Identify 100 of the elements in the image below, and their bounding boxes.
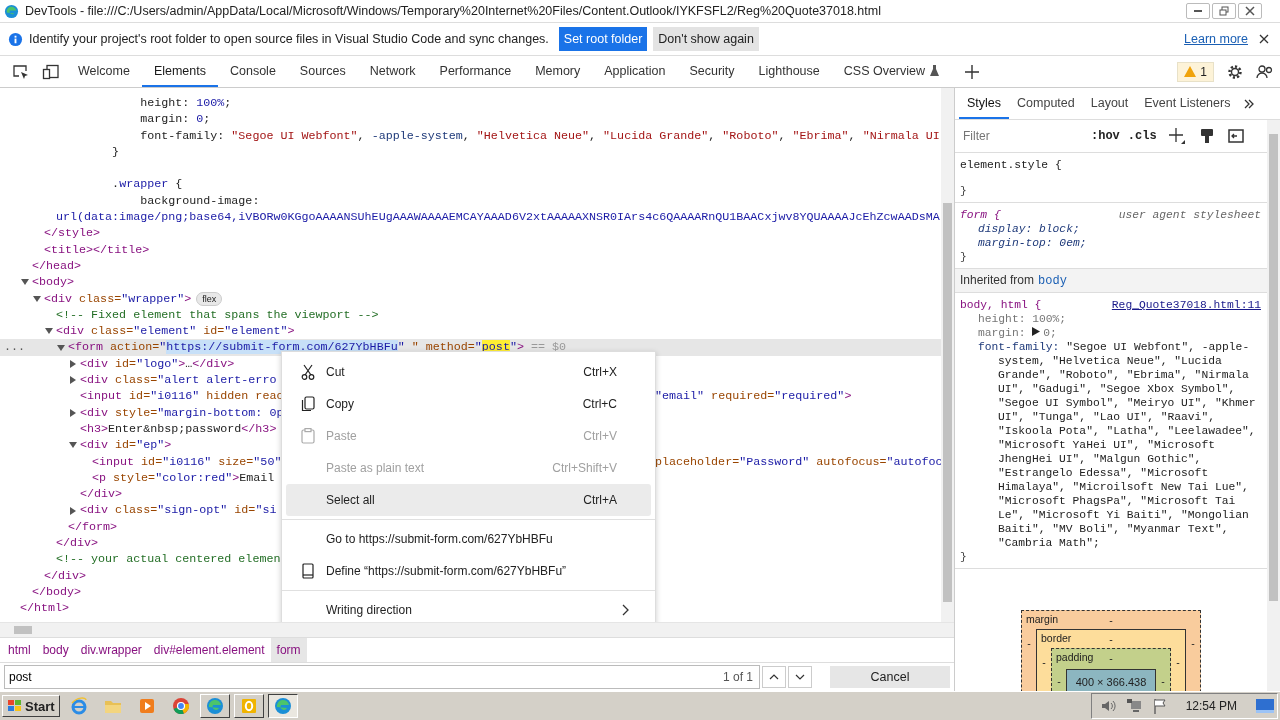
panel-tab[interactable]: CSS Overview <box>831 56 952 87</box>
scissors-icon <box>301 364 315 380</box>
sidebar-tab[interactable]: Styles <box>959 88 1010 119</box>
vertical-scrollbar[interactable] <box>1267 120 1280 691</box>
menu-item[interactable]: Select all Ctrl+A <box>286 484 651 516</box>
horizontal-scrollbar[interactable] <box>0 622 954 637</box>
browser-e-icon <box>69 697 88 715</box>
expand-triangle-icon[interactable] <box>1032 327 1041 336</box>
taskbar-button[interactable] <box>267 694 298 718</box>
browser-icon <box>273 697 292 715</box>
state-toggle-button[interactable]: :hov <box>1091 129 1120 143</box>
code-line: <div class="sign-opt" id="si <box>80 502 277 519</box>
network-icon[interactable] <box>1125 698 1142 714</box>
minimize-button[interactable] <box>1186 3 1210 19</box>
speaker-icon[interactable] <box>1099 698 1116 714</box>
cancel-button[interactable]: Cancel <box>830 666 950 688</box>
state-toggle-button[interactable]: .cls <box>1127 129 1157 143</box>
panel-tab[interactable]: Welcome <box>66 56 142 87</box>
panel-tab[interactable]: Console <box>218 56 288 87</box>
disclosure-triangle-icon[interactable] <box>69 359 77 368</box>
restore-icon <box>1219 6 1229 16</box>
disclosure-triangle-icon[interactable] <box>57 343 65 352</box>
panel-tab[interactable]: Memory <box>523 56 593 87</box>
code-line: <input id="i0116" hidden reac <box>80 388 284 405</box>
code-line: <!-- Fixed element that spans the viewport --> <box>56 306 379 324</box>
disclosure-triangle-icon[interactable] <box>69 506 77 515</box>
menu-item[interactable]: Copy Ctrl+C <box>286 388 651 420</box>
element-link[interactable]: body <box>1038 274 1067 288</box>
people-icon <box>1256 63 1274 80</box>
disclosure-triangle-icon[interactable] <box>45 327 53 336</box>
panel-tab[interactable]: Sources <box>287 56 358 87</box>
disclosure-triangle-icon[interactable] <box>21 278 29 287</box>
disclosure-triangle-icon[interactable] <box>69 376 77 385</box>
disclosure-triangle-icon[interactable] <box>33 294 41 303</box>
code-line: height: 100%; <box>139 95 232 112</box>
source-link[interactable]: Reg_Quote37018.html:11 <box>1111 298 1261 312</box>
search-box[interactable]: post 1 of 1 <box>4 665 760 689</box>
chevron-right-icon <box>622 604 629 616</box>
selected-row[interactable]: ... <form action="https://submit-form.com/627YbHBFu" " method="post"> == $0 <box>0 339 941 356</box>
learn-more-link[interactable]: Learn more <box>1184 32 1248 46</box>
panel-tab[interactable]: Elements <box>141 56 218 87</box>
code-line: <p style="color:red">Email <box>92 469 275 487</box>
sidebar-tab[interactable]: Event Listeners <box>1136 88 1239 119</box>
breadcrumb[interactable]: div.wrapper <box>74 638 148 662</box>
panel-tab[interactable]: Lighthouse <box>746 56 832 87</box>
browser-icon <box>205 697 224 715</box>
css-declaration: font-family: "Segoe UI Webfont", -apple-system, "Helvetica Neue", "Lucida Grande", "Roboto", "Ebrima", "Nirmala UI", "Gadugi", "Segoe Xbox Symbol", "Segoe UI Symbol", "Meiryo UI", "Khmer UI", "Tunga", "Lao UI", "Raavi", "Iskoola Pota", "Latha", "Leelawadee", "Microsoft YaHei UI", "Microsoft JhengHei UI", "Malgun Gothic", "Estrangelo Edessa", "Microsoft Himalaya", "Microilsoft New Tai Lue", "Microsoft PhagsPa", "Microsoft Tai Le", "Microsoft Yi Baiti", "Mongolian Baiti", "MV Boli", "Myanmar Text", "Cambria Math"; <box>977 340 1257 550</box>
copy-icon <box>301 396 315 412</box>
start-button[interactable]: Start <box>2 695 60 717</box>
breadcrumb[interactable]: html <box>2 638 37 662</box>
warnings-button[interactable]: 1 <box>1177 61 1214 82</box>
panel-tab[interactable]: Application <box>592 56 678 87</box>
browser-icon <box>171 697 190 715</box>
code-line: </form> <box>68 518 118 535</box>
code-line: <h3>Enter&nbsp;password</h3> <box>80 420 277 438</box>
code-line: } <box>111 143 120 161</box>
menu-item[interactable]: Writing direction <box>286 594 651 622</box>
css-declaration: display: block; <box>977 222 1081 236</box>
border-box: border - - padding - - 400 × 366.438 - - <box>1036 629 1186 691</box>
search-field[interactable]: post <box>9 670 723 684</box>
minimize-icon <box>1194 10 1202 12</box>
set-root-folder-button[interactable]: Set root folder <box>558 27 648 51</box>
inherited-label: Inherited from <box>960 273 1035 287</box>
code-line: "email" required="required"> <box>655 388 852 405</box>
panel-tab[interactable]: Performance <box>427 56 524 87</box>
code-line: <div class="wrapper"> <box>44 290 192 307</box>
menu-item[interactable]: Define “https://submit-form.com/627YbHBFu” <box>286 555 651 587</box>
flex-badge[interactable]: flex <box>196 291 223 306</box>
sidebar-tab[interactable]: Layout <box>1082 88 1137 119</box>
mail-icon <box>239 697 258 715</box>
plus-icon <box>1167 127 1186 145</box>
panel-tab[interactable]: Security <box>677 56 747 87</box>
breadcrumb[interactable]: div#element.element <box>147 638 271 662</box>
show-desktop-icon[interactable] <box>1255 697 1275 715</box>
vertical-scrollbar[interactable] <box>941 88 954 622</box>
breadcrumb[interactable]: body <box>36 638 75 662</box>
devices-icon <box>42 63 60 80</box>
code-line: <input id="i0116" size="50" <box>92 453 282 470</box>
code-line: <div id="logo">…</div> <box>80 355 235 373</box>
code-line: </style> <box>44 225 101 242</box>
css-declaration: margin-top: 0em; <box>977 236 1088 250</box>
panel-tab[interactable]: Network <box>357 56 428 87</box>
close-button[interactable] <box>1238 3 1262 19</box>
code-line: placeholder="Password" autofocus="autofoc <box>655 453 941 470</box>
breadcrumb[interactable]: form <box>270 638 307 662</box>
node-menu-dots[interactable]: ... <box>4 339 26 356</box>
content-size: 400 × 366.438 <box>1066 669 1156 691</box>
closing-brace: } <box>960 551 967 563</box>
sidebar-tab[interactable]: Computed <box>1009 88 1083 119</box>
menu-item[interactable]: Cut Ctrl+X <box>286 356 651 388</box>
disclosure-triangle-icon[interactable] <box>69 408 77 417</box>
cursor-in-box-icon <box>12 63 30 80</box>
code-line: <title></title> <box>44 241 150 258</box>
restore-button[interactable] <box>1212 3 1236 19</box>
dismiss-button[interactable]: Don't show again <box>653 27 759 51</box>
clock[interactable]: 12:54 PM <box>1185 699 1237 713</box>
double-chevron-icon <box>1243 97 1256 110</box>
disclosure-triangle-icon[interactable] <box>69 441 77 450</box>
flag-icon[interactable] <box>1151 698 1168 714</box>
menu-item[interactable]: Go to https://submit-form.com/627YbHBFu <box>286 523 651 555</box>
